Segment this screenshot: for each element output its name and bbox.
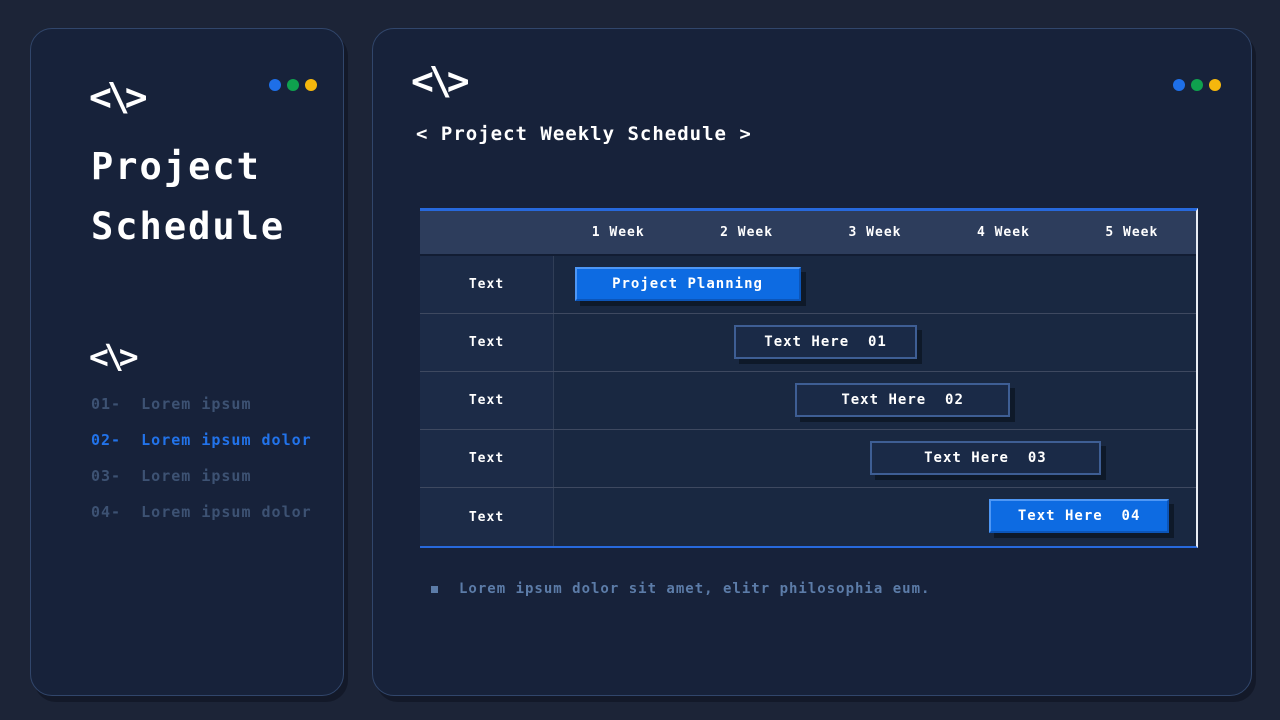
gantt-table: 1 Week 2 Week 3 Week 4 Week 5 Week Text … — [420, 208, 1198, 548]
code-logo-icon: <\> — [89, 75, 143, 119]
row-timeline: Text Here 03 — [554, 430, 1196, 487]
gantt-header-week-4: 4 Week — [939, 225, 1067, 240]
window-controls — [1173, 79, 1221, 91]
row-label: Text — [420, 372, 554, 429]
gantt-bar-01[interactable]: Text Here 01 — [734, 325, 918, 359]
gantt-bar-project-planning[interactable]: Project Planning — [575, 267, 801, 301]
sidebar-item-04[interactable]: 04- Lorem ipsum dolor — [91, 503, 312, 521]
square-bullet-icon — [431, 586, 438, 593]
window-dot-blue-icon[interactable] — [269, 79, 281, 91]
gantt-bar-02[interactable]: Text Here 02 — [795, 383, 1009, 417]
sidebar-item-02[interactable]: 02- Lorem ipsum dolor — [91, 431, 312, 449]
code-logo-icon: <\> — [411, 59, 465, 103]
row-timeline: Project Planning — [554, 256, 1196, 313]
page-title: Project Schedule — [91, 137, 331, 257]
row-label: Text — [420, 430, 554, 487]
sidebar-menu: 01- Lorem ipsum 02- Lorem ipsum dolor 03… — [91, 395, 312, 539]
gantt-header-week-3: 3 Week — [811, 225, 939, 240]
schedule-title: < Project Weekly Schedule > — [416, 123, 752, 145]
window-dot-green-icon[interactable] — [1191, 79, 1203, 91]
gantt-bar-03[interactable]: Text Here 03 — [870, 441, 1101, 475]
window-dot-green-icon[interactable] — [287, 79, 299, 91]
footnote: Lorem ipsum dolor sit amet, elitr philos… — [431, 581, 930, 597]
row-label: Text — [420, 488, 554, 546]
row-timeline: Text Here 01 — [554, 314, 1196, 371]
gantt-header-week-1: 1 Week — [554, 225, 682, 240]
sidebar-item-03[interactable]: 03- Lorem ipsum — [91, 467, 312, 485]
table-row: Text Text Here 01 — [420, 314, 1196, 372]
sidebar-item-01[interactable]: 01- Lorem ipsum — [91, 395, 312, 413]
gantt-header-week-2: 2 Week — [682, 225, 810, 240]
row-timeline: Text Here 04 — [554, 488, 1196, 546]
schedule-window: <\> < Project Weekly Schedule > 1 Week 2… — [372, 28, 1252, 696]
footnote-text: Lorem ipsum dolor sit amet, elitr philos… — [459, 581, 930, 597]
table-row: Text Project Planning — [420, 256, 1196, 314]
window-dot-blue-icon[interactable] — [1173, 79, 1185, 91]
window-dot-yellow-icon[interactable] — [1209, 79, 1221, 91]
row-label: Text — [420, 256, 554, 313]
window-dot-yellow-icon[interactable] — [305, 79, 317, 91]
gantt-header-row: 1 Week 2 Week 3 Week 4 Week 5 Week — [420, 211, 1196, 256]
table-row: Text Text Here 02 — [420, 372, 1196, 430]
row-timeline: Text Here 02 — [554, 372, 1196, 429]
window-controls — [269, 79, 317, 91]
gantt-header-week-5: 5 Week — [1068, 225, 1196, 240]
sidebar-window: <\> Project Schedule <\> 01- Lorem ipsum… — [30, 28, 344, 696]
table-row: Text Text Here 03 — [420, 430, 1196, 488]
table-row: Text Text Here 04 — [420, 488, 1196, 546]
row-label: Text — [420, 314, 554, 371]
code-section-icon: <\> — [89, 337, 134, 376]
gantt-bar-04[interactable]: Text Here 04 — [989, 499, 1169, 533]
